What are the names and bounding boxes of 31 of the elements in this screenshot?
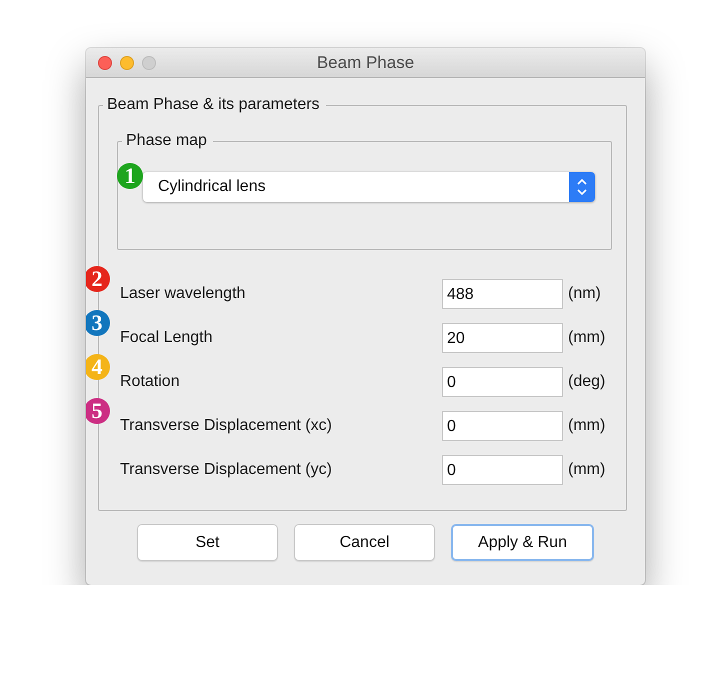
- dropdown[interactable]: Cylindrical lens: [143, 172, 595, 202]
- unit-label: (mm): [567, 417, 606, 435]
- dialog-button[interactable]: Set: [137, 524, 278, 561]
- parameter-label: Laser wavelength: [120, 285, 246, 303]
- minimize-icon[interactable]: [120, 56, 134, 70]
- parameter-label: Focal Length: [120, 329, 214, 347]
- number-badge: 1: [117, 163, 143, 189]
- input-field[interactable]: 488: [442, 279, 563, 309]
- dialog-button[interactable]: Cancel: [294, 524, 435, 561]
- zoom-icon[interactable]: [142, 56, 156, 70]
- unit-label: (mm): [567, 329, 606, 347]
- window-title: Beam Phase: [316, 52, 414, 72]
- input-field[interactable]: 20: [442, 323, 563, 353]
- group-title: Phase map: [126, 132, 207, 149]
- dialog-button[interactable]: Apply & Run: [451, 524, 594, 561]
- input-field[interactable]: 0: [442, 367, 563, 397]
- unit-label: (deg): [567, 373, 606, 391]
- number-badge: 2: [86, 266, 110, 292]
- parameter-label: Transverse Displacement (xc): [120, 417, 333, 435]
- unit-label: (mm): [567, 461, 606, 479]
- parameter-label: Transverse Displacement (yc): [120, 461, 333, 479]
- input-field[interactable]: 0: [442, 455, 563, 485]
- stepper-icon: [569, 172, 595, 202]
- group-title: Beam Phase & its parameters: [107, 96, 320, 113]
- number-badge: 4: [86, 354, 110, 380]
- close-icon[interactable]: [98, 56, 112, 70]
- parameter-label: Rotation: [120, 373, 181, 391]
- number-badge: 5: [86, 398, 110, 424]
- number-badge: 3: [86, 310, 110, 336]
- unit-label: (nm): [567, 285, 602, 303]
- input-field[interactable]: 0: [442, 411, 563, 441]
